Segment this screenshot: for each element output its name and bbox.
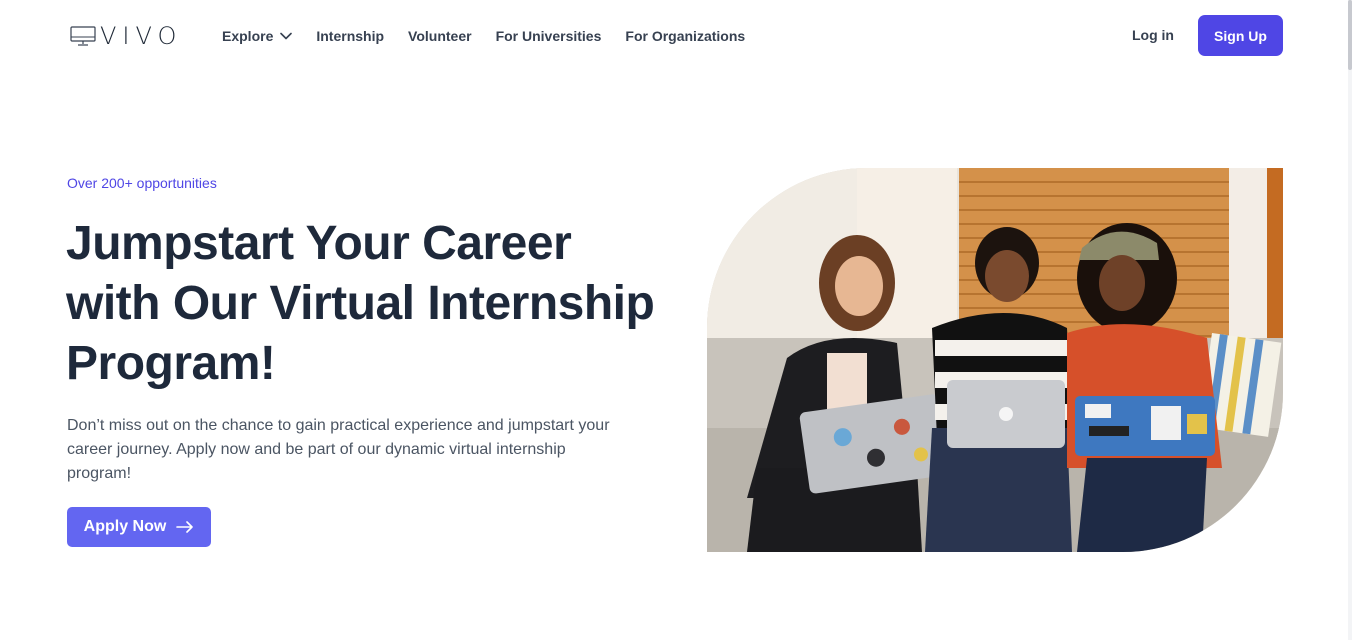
- signup-button[interactable]: Sign Up: [1198, 15, 1283, 56]
- arrow-right-icon: [176, 521, 194, 533]
- hero-image: [707, 168, 1283, 552]
- nav-item-explore[interactable]: Explore: [222, 28, 293, 44]
- top-navbar: VIVO Explore Internship Volunteer For Un…: [0, 0, 1348, 72]
- hero-subtext: Don’t miss out on the chance to gain pra…: [67, 417, 610, 482]
- chevron-down-icon: [280, 32, 293, 40]
- hero-eyebrow: Over 200+ opportunities: [67, 175, 217, 191]
- nav-item-label: For Universities: [495, 28, 602, 44]
- scrollbar-track[interactable]: [1348, 0, 1352, 640]
- monitor-icon: [70, 25, 96, 47]
- nav-item-label: For Organizations: [625, 28, 746, 44]
- brand-name: VIVO: [100, 22, 183, 50]
- hero-headline: Jumpstart Your Career with Our Virtual I…: [66, 217, 655, 390]
- nav-item-volunteer[interactable]: Volunteer: [408, 28, 472, 44]
- main-nav: Explore Internship Volunteer For Univers…: [222, 26, 769, 46]
- nav-item-label: Internship: [316, 28, 385, 44]
- nav-item-internship[interactable]: Internship: [316, 28, 384, 44]
- nav-item-label: Volunteer: [408, 28, 472, 44]
- apply-now-label: Apply Now: [83, 518, 167, 535]
- nav-item-for-universities[interactable]: For Universities: [496, 28, 602, 44]
- scrollbar-thumb[interactable]: [1348, 0, 1352, 70]
- nav-item-label: Explore: [222, 28, 274, 44]
- brand-logo[interactable]: VIVO: [70, 22, 176, 50]
- nav-item-for-organizations[interactable]: For Organizations: [625, 28, 745, 44]
- apply-now-button[interactable]: Apply Now: [67, 507, 211, 547]
- login-link[interactable]: Log in: [1132, 27, 1174, 43]
